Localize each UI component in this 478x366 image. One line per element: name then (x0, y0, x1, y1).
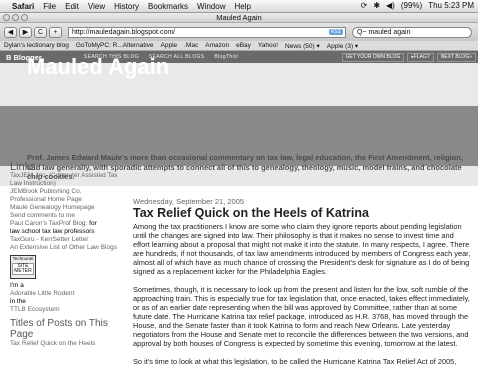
flag-button[interactable]: ▸FLAG? (407, 53, 434, 62)
get-own-blog-button[interactable]: GET YOUR OWN BLOG (341, 53, 405, 62)
bookmark-item[interactable]: Apple (3) ▾ (327, 42, 358, 50)
next-blog-button[interactable]: NEXT BLOG» (436, 53, 476, 62)
blogthis-link[interactable]: BlogThis! (214, 54, 238, 60)
reload-button[interactable]: C (34, 26, 47, 38)
back-button[interactable]: ◀ (4, 26, 17, 38)
address-bar[interactable]: http://mauledagain.blogspot.com/ RSS (68, 26, 346, 38)
menu-safari[interactable]: Safari (12, 2, 34, 11)
clock[interactable]: Thu 5:23 PM (428, 1, 474, 10)
bookmarks-bar: Dylan's lectionary blog GoToMyPC: R...Al… (0, 41, 478, 51)
sidebar-link[interactable]: TaxJEM, Inc. (Computer Assisted Tax Law … (10, 172, 120, 188)
bookmark-item[interactable]: News (50) ▾ (285, 42, 320, 50)
post-paragraph: So it's time to look at what this legisl… (133, 357, 457, 366)
sidebar: Links TaxJEM, Inc. (Computer Assisted Ta… (10, 161, 120, 348)
post-title[interactable]: Tax Relief Quick on the Heels of Katrina (133, 207, 471, 220)
battery-status[interactable]: (99%) (401, 1, 422, 10)
sidebar-link[interactable]: TaxGuru - KerrSetter Letter (10, 236, 120, 244)
sidebar-link[interactable]: Paul Caron's TaxProf Blog: (10, 220, 87, 227)
rodent-link[interactable]: Adorable Little Rodent (10, 290, 120, 298)
forward-button[interactable]: ▶ (19, 26, 32, 38)
sidebar-link[interactable]: Send comments to me (10, 212, 120, 220)
menu-window[interactable]: Window (197, 2, 225, 11)
post-title-link[interactable]: Tax Relief Quick on the Heels (10, 340, 120, 348)
sidebar-link[interactable]: Professional Home Page (10, 196, 120, 204)
for-text: for (89, 220, 97, 227)
bookmark-item[interactable]: .Mac (184, 42, 198, 49)
bookmark-item[interactable]: Apple (161, 42, 178, 49)
zoom-window-icon[interactable] (21, 14, 28, 21)
menu-edit[interactable]: Edit (65, 2, 79, 11)
menu-bookmarks[interactable]: Bookmarks (148, 2, 188, 11)
bookmark-item[interactable]: Amazon (205, 42, 229, 49)
post-paragraph: Sometimes, though, it is necessary to lo… (133, 285, 470, 348)
bookmark-item[interactable]: GoToMyPC: R...Alternative (76, 42, 154, 49)
menu-view[interactable]: View (88, 2, 105, 11)
sync-icon[interactable]: ⟳ (361, 1, 368, 10)
post-date: Wednesday, September 21, 2005 (133, 197, 245, 206)
bookmark-item[interactable]: Dylan's lectionary blog (4, 42, 69, 49)
sidebar-link[interactable]: JEMBook Publishing Co. (10, 188, 120, 196)
bookmark-item[interactable]: Yahoo! (258, 42, 278, 49)
law-school-text: law school tax law professors (10, 228, 95, 235)
ecosystem-link[interactable]: TTLB Ecosystem (10, 306, 120, 314)
site-meter-badge[interactable]: Technorati SITE METER (10, 255, 36, 279)
sidebar-link[interactable]: Maule Genealogy Homepage (10, 204, 120, 212)
url-text: http://mauledagain.blogspot.com/ (72, 28, 176, 36)
menu-file[interactable]: File (43, 2, 56, 11)
close-window-icon[interactable] (3, 14, 10, 21)
volume-icon[interactable]: ◀) (386, 1, 395, 10)
sidebar-link[interactable]: An Extensive List of Other Law Blogs (10, 244, 120, 252)
add-bookmark-button[interactable]: + (49, 26, 62, 38)
menu-bar: Safari File Edit View History Bookmarks … (0, 0, 478, 13)
menu-help[interactable]: Help (234, 2, 250, 11)
window-controls (3, 14, 30, 21)
blog-title[interactable]: Mauled Again (27, 54, 169, 80)
window-title: Mauled Again (216, 13, 262, 22)
navbar-actions: GET YOUR OWN BLOG ▸FLAG? NEXT BLOG» (339, 53, 476, 62)
browser-toolbar: ◀ ▶ C + http://mauledagain.blogspot.com/… (0, 23, 478, 41)
window-title-bar: Mauled Again (0, 13, 478, 23)
bookmark-item[interactable]: eBay (236, 42, 251, 49)
minimize-window-icon[interactable] (12, 14, 19, 21)
post-paragraph: Among the tax practitioners I know are s… (133, 222, 471, 276)
badge-top-label: Technorati (12, 256, 34, 261)
rss-badge[interactable]: RSS (328, 28, 343, 35)
menu-history[interactable]: History (114, 2, 139, 11)
search-field[interactable]: Q~ mauled again (352, 26, 472, 38)
ima-text: I'm a (10, 282, 24, 289)
links-heading: Links (10, 161, 36, 173)
main-content: Wednesday, September 21, 2005 Tax Relief… (133, 197, 471, 366)
bluetooth-icon[interactable]: ✱ (373, 1, 380, 10)
posts-heading: Titles of Posts on This Page (10, 318, 108, 340)
site-meter-label: SITE METER (12, 263, 34, 275)
in-the-text: in the (10, 298, 26, 305)
menu-extras: ⟳ ✱ ◀) (99%) Thu 5:23 PM (355, 1, 474, 10)
